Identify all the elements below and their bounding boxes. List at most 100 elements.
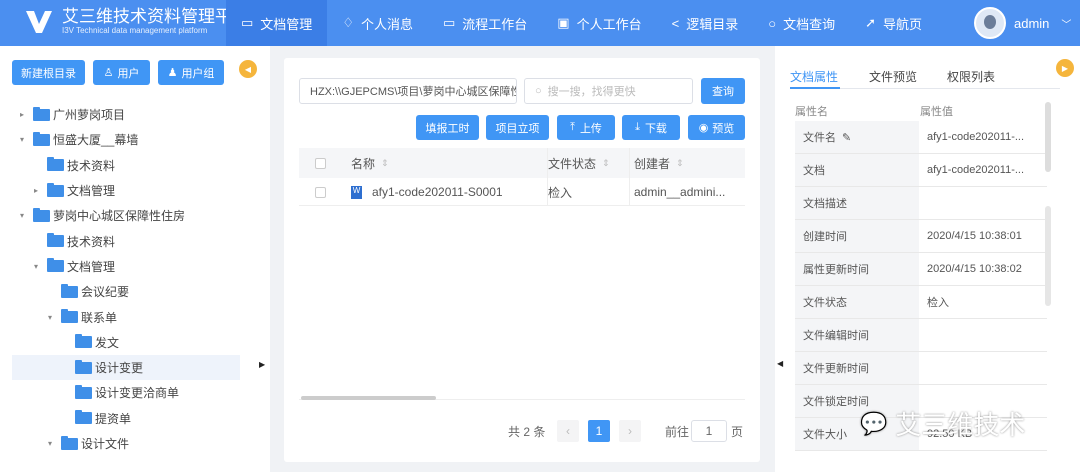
column-creator[interactable]: 创建者 ⇕ — [634, 148, 684, 178]
file-name[interactable]: afy1-code202011-S0001 — [372, 185, 503, 199]
tree-node[interactable]: ▾ 萝岗中心城区保障性住房 — [12, 203, 240, 228]
next-page-button[interactable]: › — [619, 420, 641, 442]
app-title: 艾三维技术资料管理平台 — [62, 6, 249, 26]
user-button[interactable]: ♙ 用户 — [93, 60, 150, 85]
column-status[interactable]: 文件状态 ⇕ — [548, 148, 610, 178]
collapse-left-icon[interactable]: ◀ — [239, 60, 257, 78]
user-icon: ♙ — [103, 67, 114, 79]
tree-node-label: 发文 — [95, 335, 120, 350]
tree-node[interactable]: ▾ 恒盛大厦__幕墙 — [12, 127, 240, 152]
property-value: afy1-code202011-... — [927, 131, 1025, 143]
nav-label: 逻辑目录 — [686, 16, 739, 32]
tree-node[interactable]: 提资单 — [12, 406, 240, 431]
caret-down-icon[interactable]: ▾ — [48, 313, 52, 322]
sort-icon: ⇕ — [381, 157, 389, 168]
nav-item-1[interactable]: ♢ 个人消息 — [327, 0, 428, 46]
collapse-arrow-icon[interactable]: ▶ — [259, 360, 265, 369]
download-button[interactable]: ⤓ 下载 — [622, 115, 680, 140]
horizontal-scrollbar[interactable] — [301, 396, 436, 400]
main-nav: ▭ 文档管理 ♢ 个人消息 ▭ 流程工作台 ▣ 个人工作台 < 逻辑目录 ○ 文档查询 ➚ 导航页 — [226, 0, 937, 46]
tree-node[interactable]: 发文 — [12, 330, 240, 355]
edit-icon[interactable]: ✎ — [842, 131, 851, 144]
nav-item-2[interactable]: ▭ 流程工作台 — [428, 0, 542, 46]
nav-label: 导航页 — [883, 16, 923, 32]
caret-down-icon[interactable]: ▾ — [20, 135, 24, 144]
folder-icon — [75, 384, 92, 399]
nav-label: 个人工作台 — [576, 16, 642, 32]
query-button[interactable]: 查询 — [701, 78, 745, 104]
project-setup-button[interactable]: 项目立项 — [486, 115, 549, 140]
tree-node[interactable]: 设计变更 — [12, 354, 240, 381]
nav-item-5[interactable]: ○ 文档查询 — [753, 0, 850, 46]
tree-node-label: 文档管理 — [67, 259, 116, 274]
row-checkbox[interactable] — [315, 186, 326, 198]
property-value — [919, 352, 1047, 384]
nav-item-6[interactable]: ➚ 导航页 — [850, 0, 937, 46]
tab-permissions[interactable]: 权限列表 — [947, 68, 995, 85]
property-row: 文件名 ✎ afy1-code202011-... — [795, 121, 1047, 154]
select-all-checkbox[interactable] — [315, 157, 326, 169]
property-name: 文档 — [795, 154, 919, 186]
collapse-right-arrow-icon[interactable]: ◀ — [777, 359, 783, 368]
caret-down-icon[interactable]: ▾ — [48, 439, 52, 448]
upload-button[interactable]: ⤒ 上传 — [557, 115, 615, 140]
download-icon: ⤓ — [635, 121, 640, 133]
tab-file-preview[interactable]: 文件预览 — [869, 68, 917, 85]
tab-doc-properties[interactable]: 文档属性 — [790, 68, 838, 85]
page-unit-label: 页 — [731, 424, 744, 439]
tree-node[interactable]: 技术资料 — [12, 153, 240, 178]
tree-node[interactable]: ▾ 设计文件 — [12, 431, 240, 456]
tree-node[interactable]: 会议纪要 — [12, 279, 240, 304]
column-name[interactable]: 名称 ⇕ — [351, 148, 389, 178]
user-group-button[interactable]: ♟ 用户组 — [158, 60, 224, 85]
nav-label: 文档管理 — [260, 16, 313, 32]
column-creator-label: 创建者 — [634, 156, 671, 171]
collapse-right-icon[interactable]: ▶ — [1056, 59, 1074, 77]
tree-node-label: 设计文件 — [81, 437, 130, 451]
watermark-text: 艾三维技术 — [895, 410, 1026, 440]
tree-node-label: 萝岗中心城区保障性住房 — [53, 209, 186, 224]
tree-node[interactable]: 技术资料 — [12, 228, 240, 253]
nav-item-0[interactable]: ▭ 文档管理 — [226, 0, 328, 46]
caret-down-icon[interactable]: ▾ — [20, 211, 24, 220]
goto-page-input[interactable]: 1 — [691, 420, 727, 442]
user-menu[interactable]: admin ﹀ — [974, 7, 1071, 39]
vertical-scrollbar[interactable] — [1045, 102, 1051, 172]
search-input[interactable]: ○ 搜一搜，找得更快 — [524, 78, 693, 104]
property-row: 属性更新时间 2020/4/15 10:38:02 — [795, 253, 1047, 286]
tree-node[interactable]: ▸ 文档管理 — [12, 178, 240, 203]
fill-hours-button[interactable]: 填报工时 — [416, 115, 479, 140]
preview-label: 预览 — [712, 122, 735, 135]
caret-right-icon[interactable]: ▸ — [34, 186, 38, 195]
sort-icon: ⇕ — [602, 157, 610, 168]
page-1-button[interactable]: 1 — [588, 420, 610, 442]
preview-button[interactable]: ◉ 预览 — [688, 115, 745, 140]
folder-icon — [61, 283, 78, 298]
property-row: 创建时间 2020/4/15 10:38:01 — [795, 220, 1047, 253]
file-status: 检入 — [548, 185, 573, 200]
property-name: 文档描述 — [795, 187, 919, 219]
nav-item-4[interactable]: < 逻辑目录 — [657, 0, 754, 46]
nav-item-3[interactable]: ▣ 个人工作台 — [542, 0, 656, 46]
tree-node[interactable]: 设计变更洽商单 — [12, 380, 240, 405]
left-panel: 新建根目录 ♙ 用户 ♟ 用户组 ◀ ▸ 广州萝岗项目 ▾ 恒盛大厦__幕墙 技术资料 ▸ 文档… — [0, 46, 270, 472]
user-button-label: 用户 — [117, 67, 140, 80]
caret-right-icon[interactable]: ▸ — [20, 110, 24, 119]
new-root-dir-button[interactable]: 新建根目录 — [12, 60, 85, 85]
logo[interactable]: 艾三维技术资料管理平台 I3V Technical data management… — [24, 6, 249, 36]
upload-label: 上传 — [579, 122, 602, 135]
tree-node[interactable]: ▸ 广州萝岗项目 — [12, 102, 240, 127]
caret-down-icon[interactable]: ▾ — [34, 262, 38, 271]
download-label: 下载 — [644, 122, 667, 135]
table-row[interactable]: Wafy1-code202011-S0001 检入 admin__admini.… — [299, 178, 745, 206]
prop-value-header: 属性值 — [920, 106, 953, 118]
path-input[interactable]: HZX:\\GJEPCMS\项目\萝岗中心城区保障性 — [299, 78, 517, 104]
file-creator: admin__admini... — [634, 185, 726, 199]
property-value — [919, 319, 1047, 351]
tree-node[interactable]: ▾ 联系单 — [12, 304, 240, 329]
user-group-icon: ♟ — [167, 67, 178, 79]
prev-page-button[interactable]: ‹ — [557, 420, 579, 442]
vertical-scrollbar-thumb[interactable] — [1045, 206, 1051, 306]
folder-icon — [47, 258, 64, 273]
tree-node[interactable]: ▾ 文档管理 — [12, 254, 240, 279]
